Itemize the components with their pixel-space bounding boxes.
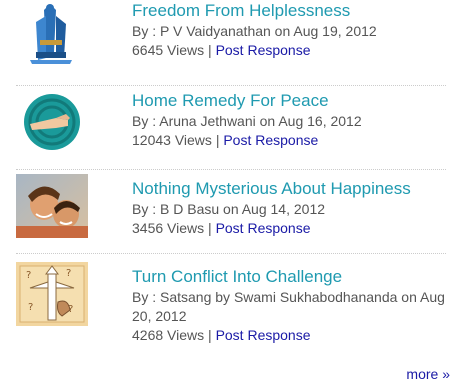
post-response-link[interactable]: Post Response <box>223 132 318 148</box>
view-count: 3456 Views <box>132 220 205 236</box>
separator: | <box>208 42 212 58</box>
article-text: Home Remedy For Peace By : Aruna Jethwan… <box>132 90 452 150</box>
article-title-link[interactable]: Home Remedy For Peace <box>132 90 452 112</box>
article-meta: By : B D Basu on Aug 14, 2012 3456 Views… <box>132 200 452 238</box>
svg-text:?: ? <box>28 302 33 313</box>
more-link[interactable]: more » <box>406 365 450 383</box>
article-text: Turn Conflict Into Challenge By : Satsan… <box>132 266 452 345</box>
separator: | <box>215 132 220 148</box>
article-text: Nothing Mysterious About Happiness By : … <box>132 178 452 238</box>
post-response-link[interactable]: Post Response <box>216 42 311 58</box>
article-text: Freedom From Helplessness By : P V Vaidy… <box>132 0 452 60</box>
article-title-link[interactable]: Freedom From Helplessness <box>132 0 452 22</box>
separator: | <box>208 220 212 236</box>
post-response-link[interactable]: Post Response <box>216 220 311 236</box>
crossroads-question-marks-icon[interactable]: ? ? ? ? <box>16 262 88 326</box>
article-title-link[interactable]: Nothing Mysterious About Happiness <box>132 178 452 200</box>
view-count: 6645 Views <box>132 42 205 58</box>
view-count: 4268 Views <box>132 327 205 343</box>
article-meta: By : P V Vaidyanathan on Aug 19, 2012 66… <box>132 22 452 60</box>
article-stats: 3456 Views | Post Response <box>132 219 452 238</box>
article-title-link[interactable]: Turn Conflict Into Challenge <box>132 266 452 288</box>
article-stats: 12043 Views | Post Response <box>132 131 452 150</box>
article-item: Nothing Mysterious About Happiness By : … <box>0 170 462 254</box>
article-byline: By : P V Vaidyanathan on Aug 19, 2012 <box>132 23 377 39</box>
article-byline: By : Aruna Jethwani on Aug 16, 2012 <box>132 113 362 129</box>
article-item: ? ? ? ? Turn Conflict Into Challenge By … <box>0 254 462 358</box>
article-item: Freedom From Helplessness By : P V Vaidy… <box>0 0 462 86</box>
article-byline: By : B D Basu on Aug 14, 2012 <box>132 201 326 217</box>
article-stats: 4268 Views | Post Response <box>132 326 452 345</box>
article-item: Home Remedy For Peace By : Aruna Jethwan… <box>0 86 462 170</box>
article-meta: By : Satsang by Swami Sukhabodhananda on… <box>132 288 452 345</box>
figure-with-chains-icon[interactable] <box>16 2 88 66</box>
article-meta: By : Aruna Jethwani on Aug 16, 2012 1204… <box>132 112 452 150</box>
smiling-couple-photo[interactable] <box>16 174 88 238</box>
article-byline: By : Satsang by Swami Sukhabodhananda on… <box>132 289 445 324</box>
article-stats: 6645 Views | Post Response <box>132 41 452 60</box>
svg-text:?: ? <box>26 270 31 281</box>
svg-text:?: ? <box>66 268 71 279</box>
post-response-link[interactable]: Post Response <box>216 327 311 343</box>
view-count: 12043 Views <box>132 132 212 148</box>
separator: | <box>208 327 212 343</box>
hand-in-teal-circle-icon[interactable] <box>16 90 88 154</box>
